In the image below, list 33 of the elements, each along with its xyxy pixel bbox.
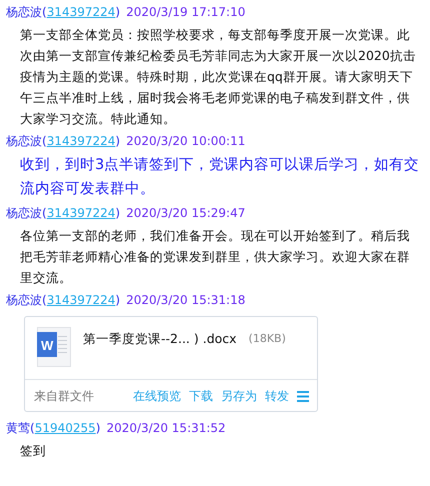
qq-link[interactable]: 314397224 <box>46 206 116 220</box>
qq-link[interactable]: 314397224 <box>46 293 116 307</box>
message-time: 2020/3/20 15:29:47 <box>126 205 246 222</box>
file-action-link[interactable]: 下载 <box>189 388 213 405</box>
message-text: 第一支部全体党员：按照学校要求，每支部每季度开展一次党课。此次由第一支部宣传兼纪检委员毛芳菲同志为大家开展一次以2020抗击疫情为主题的党课。特殊时期，此次党课在qq群开展。请大家明天下午三点半准时上线，届时我会将毛老师党课的电子稿发到群文件，供大家学习交流。特此通知。 <box>20 26 417 128</box>
sender-name: ) <box>115 5 120 19</box>
message-time: 2020/3/20 15:31:18 <box>126 292 246 309</box>
sender-name: ) <box>115 206 120 220</box>
menu-icon[interactable] <box>297 391 309 402</box>
file-source: 来自群文件 <box>34 388 94 405</box>
sender-name: 杨恋波( <box>6 5 47 19</box>
sender-name: 黄莺( <box>6 421 35 435</box>
file-action-link[interactable]: 在线预览 <box>133 388 181 405</box>
file-size: (18KB) <box>248 332 286 347</box>
sender-name: ) <box>115 293 120 307</box>
message-time: 2020/3/20 15:31:52 <box>106 420 226 437</box>
message-text: 签到 <box>20 442 47 460</box>
sender-name: 杨恋波( <box>6 293 47 307</box>
file-action-link[interactable]: 另存为 <box>221 388 257 405</box>
qq-link[interactable]: 314397224 <box>46 134 116 148</box>
document-icon: W <box>37 327 71 367</box>
sender-name: 杨恋波( <box>6 206 47 220</box>
qq-link[interactable]: 314397224 <box>46 5 116 19</box>
message-time: 2020/3/20 10:00:11 <box>126 133 246 150</box>
file-name[interactable]: 第一季度党课--2... ) .docx <box>83 331 237 367</box>
qq-link[interactable]: 51940255 <box>34 421 96 435</box>
sender-name: 杨恋波( <box>6 134 47 148</box>
file-action-link[interactable]: 转发 <box>265 388 289 405</box>
sender-name: ) <box>115 134 120 148</box>
message-text: 各位第一支部的老师，我们准备开会。现在可以开始签到了。稍后我把毛芳菲老师精心准备的党课发到群里，供大家学习。欢迎大家在群里交流。 <box>20 227 411 287</box>
message-time: 2020/3/19 17:17:10 <box>126 4 246 21</box>
message-text: 收到，到时3点半请签到下，党课内容可以课后学习，如有交流内容可发表群中。 <box>20 156 420 199</box>
sender-name: ) <box>96 421 100 435</box>
